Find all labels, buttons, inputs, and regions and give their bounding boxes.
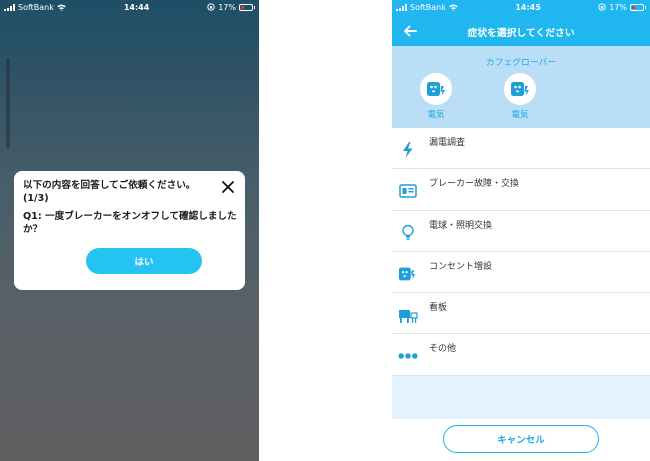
yes-button[interactable]: はい bbox=[86, 248, 202, 274]
battery-percent: 17% bbox=[609, 2, 627, 12]
status-bar: SoftBank 14:44 17% bbox=[0, 0, 259, 14]
scroll-indicator bbox=[6, 58, 10, 148]
page-title: 症状を選択してください bbox=[467, 28, 575, 39]
orientation-lock-icon bbox=[598, 3, 606, 11]
outlet-icon bbox=[511, 82, 529, 96]
category-item-electric-2[interactable]: 電気 bbox=[500, 73, 540, 120]
clock: 14:45 bbox=[515, 2, 541, 12]
signboard-icon bbox=[399, 310, 418, 324]
confirm-dialog: 以下の内容を回答してご依頼ください。(1/3) Q1: 一度ブレーカーをオンオフ… bbox=[14, 171, 245, 290]
status-bar: SoftBank 14:45 17% bbox=[392, 0, 650, 14]
more-icon bbox=[398, 353, 418, 360]
battery-icon bbox=[629, 3, 646, 11]
orientation-lock-icon bbox=[207, 3, 215, 11]
bulb-icon bbox=[402, 224, 414, 240]
category-item-label: 電気 bbox=[427, 110, 445, 120]
carrier-name: SoftBank bbox=[410, 2, 446, 12]
close-icon[interactable] bbox=[221, 180, 235, 194]
clock: 14:44 bbox=[123, 2, 150, 12]
category-item-label: 電気 bbox=[511, 110, 529, 120]
category-item-electric-1[interactable]: 電気 bbox=[416, 73, 456, 120]
symptom-list: 漏電調査 ブレーカー故障・交換 電球・照明交換 コンセント増設 看板 その他 bbox=[392, 128, 650, 376]
category-section: カフェグローバー 電気 電気 bbox=[392, 46, 650, 128]
signal-icon bbox=[396, 3, 407, 11]
symptom-label: その他 bbox=[429, 344, 457, 355]
symptom-item-other[interactable]: その他 bbox=[392, 334, 650, 376]
outlet-icon bbox=[398, 267, 416, 281]
list-empty-area bbox=[392, 376, 650, 419]
wifi-icon bbox=[449, 3, 458, 11]
symptom-item-breaker[interactable]: ブレーカー故障・交換 bbox=[392, 169, 650, 211]
right-screen: SoftBank 14:45 17% 症状を選択してください カフェグローバー … bbox=[392, 0, 650, 461]
symptom-label: 電球・照明交換 bbox=[429, 220, 493, 231]
symptom-item-signboard[interactable]: 看板 bbox=[392, 293, 650, 335]
symptom-item-outlet[interactable]: コンセント増設 bbox=[392, 252, 650, 294]
carrier-name: SoftBank bbox=[18, 2, 54, 12]
wifi-icon bbox=[57, 3, 66, 11]
category-name: カフェグローバー bbox=[485, 58, 557, 68]
signal-icon bbox=[4, 3, 15, 11]
symptom-label: 看板 bbox=[429, 303, 448, 314]
dialog-question: Q1: 一度ブレーカーをオンオフして確認しましたか？ bbox=[23, 211, 237, 235]
dialog-title: 以下の内容を回答してご依頼ください。(1/3) bbox=[23, 180, 196, 204]
battery-percent: 17% bbox=[218, 2, 236, 12]
lightning-icon bbox=[403, 142, 413, 158]
symptom-label: ブレーカー故障・交換 bbox=[429, 179, 520, 190]
symptom-item-bulb[interactable]: 電球・照明交換 bbox=[392, 211, 650, 252]
battery-icon bbox=[238, 3, 255, 11]
cancel-button[interactable]: キャンセル bbox=[443, 425, 599, 453]
left-screen: SoftBank 14:44 17% 以下の内容を回答してご依頼ください。(1/… bbox=[0, 0, 259, 461]
symptom-label: 漏電調査 bbox=[429, 138, 466, 148]
breaker-icon bbox=[399, 184, 417, 199]
header-bar: SoftBank 14:45 17% 症状を選択してください bbox=[392, 0, 650, 46]
outlet-icon bbox=[427, 82, 445, 96]
footer: キャンセル bbox=[392, 419, 650, 461]
symptom-label: コンセント増設 bbox=[429, 261, 493, 272]
symptom-item-leak-check[interactable]: 漏電調査 bbox=[392, 128, 650, 170]
